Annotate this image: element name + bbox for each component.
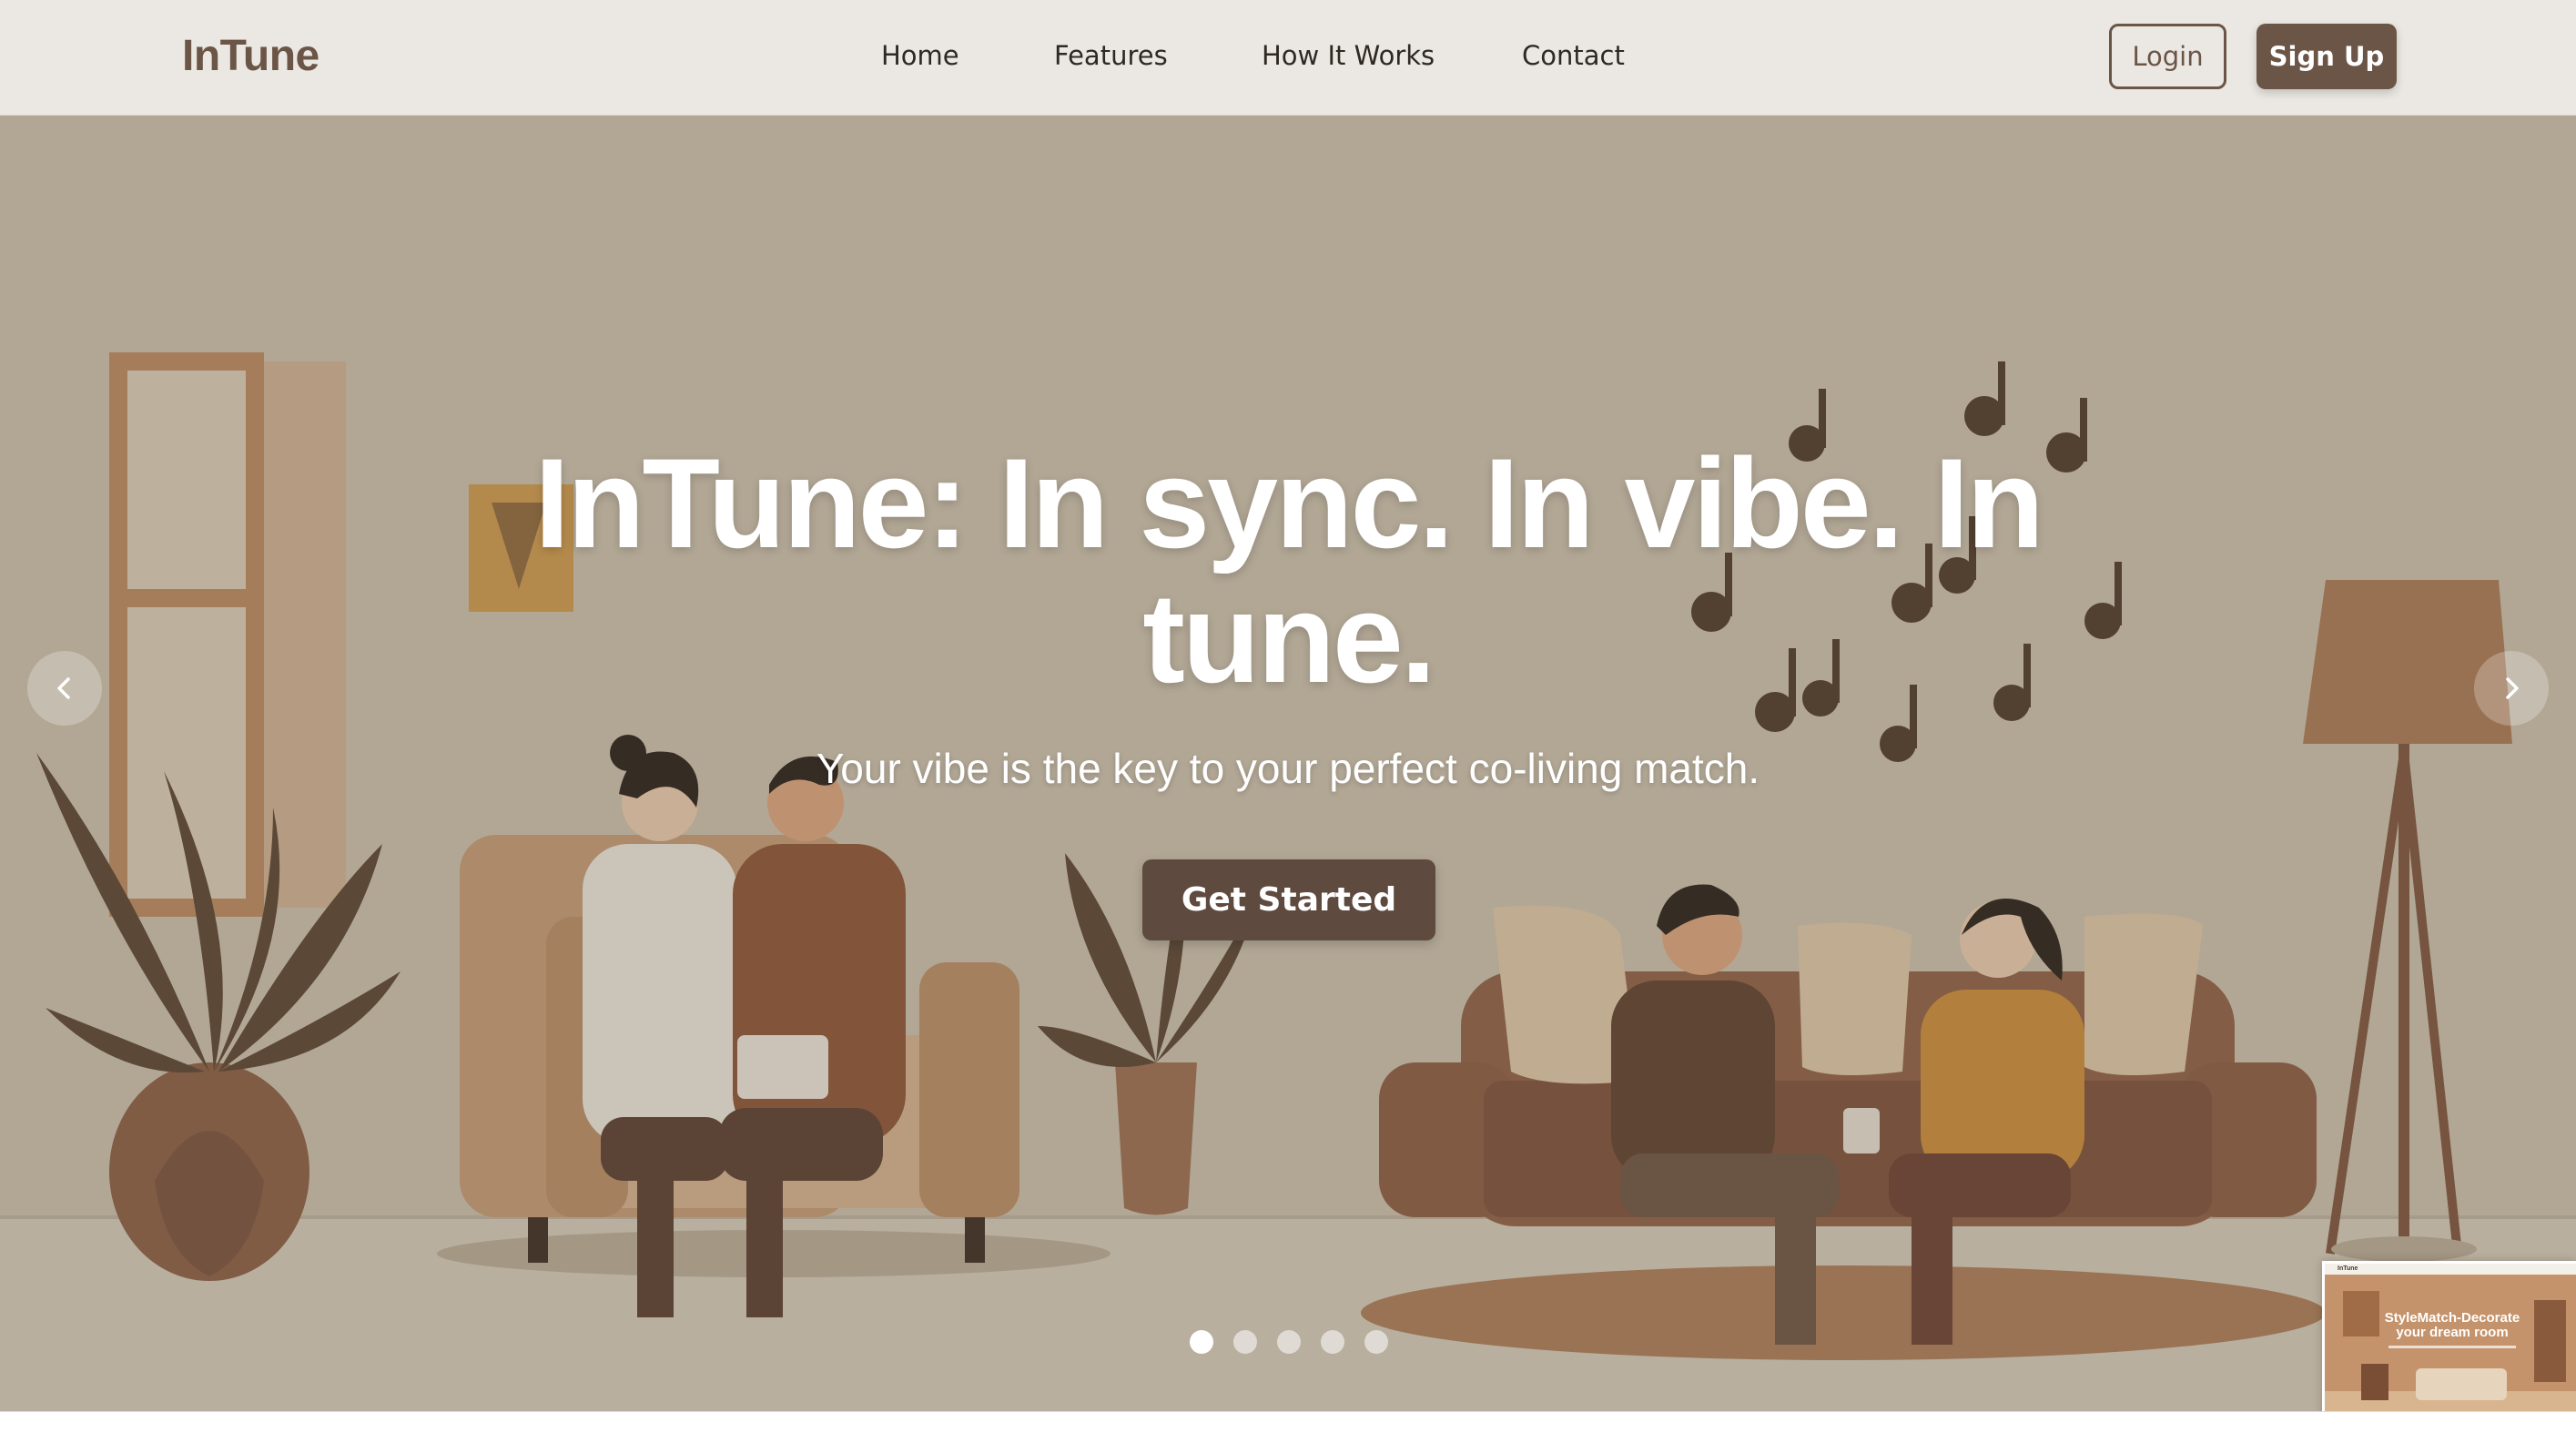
carousel-dot-3[interactable]	[1277, 1330, 1301, 1354]
carousel-next-button[interactable]	[2474, 651, 2549, 726]
chevron-right-icon	[2506, 677, 2519, 699]
carousel-dot-1[interactable]	[1190, 1330, 1213, 1354]
preview-subtitle-line	[2388, 1346, 2516, 1348]
chevron-left-icon	[57, 677, 70, 699]
carousel-dot-2[interactable]	[1233, 1330, 1257, 1354]
carousel-dots	[0, 1330, 2576, 1357]
hero-subtitle: Your vibe is the key to your perfect co-…	[816, 745, 1760, 792]
preview-logo: InTune	[2338, 1265, 2358, 1272]
slide-preview-thumbnail[interactable]: InTune StyleMatch-Decorate your dream ro…	[2322, 1261, 2576, 1418]
navbar: InTune Home Features How It Works Contac…	[0, 0, 2576, 116]
preview-title: StyleMatch-Decorate your dream room	[2384, 1310, 2520, 1340]
nav-link-home[interactable]: Home	[881, 40, 959, 71]
hero-carousel: InTune: In sync. In vibe. In tune. Your …	[0, 116, 2576, 1411]
hero-title: InTune: In sync. In vibe. In tune.	[534, 432, 2044, 709]
nav-link-features[interactable]: Features	[1054, 40, 1168, 71]
carousel-dot-5[interactable]	[1364, 1330, 1388, 1354]
preview-navbar	[2325, 1264, 2576, 1275]
signup-button[interactable]: Sign Up	[2257, 24, 2397, 89]
carousel-prev-button[interactable]	[27, 651, 102, 726]
get-started-button[interactable]: Get Started	[1142, 859, 1435, 940]
nav-link-contact[interactable]: Contact	[1522, 40, 1625, 71]
nav-link-how-it-works[interactable]: How It Works	[1262, 40, 1435, 71]
page-bottom-edge	[0, 1411, 2576, 1433]
carousel-dot-4[interactable]	[1321, 1330, 1344, 1354]
preview-illustration	[2325, 1275, 2576, 1416]
preview-screen: InTune StyleMatch-Decorate your dream ro…	[2325, 1264, 2576, 1416]
login-button[interactable]: Login	[2109, 24, 2226, 89]
